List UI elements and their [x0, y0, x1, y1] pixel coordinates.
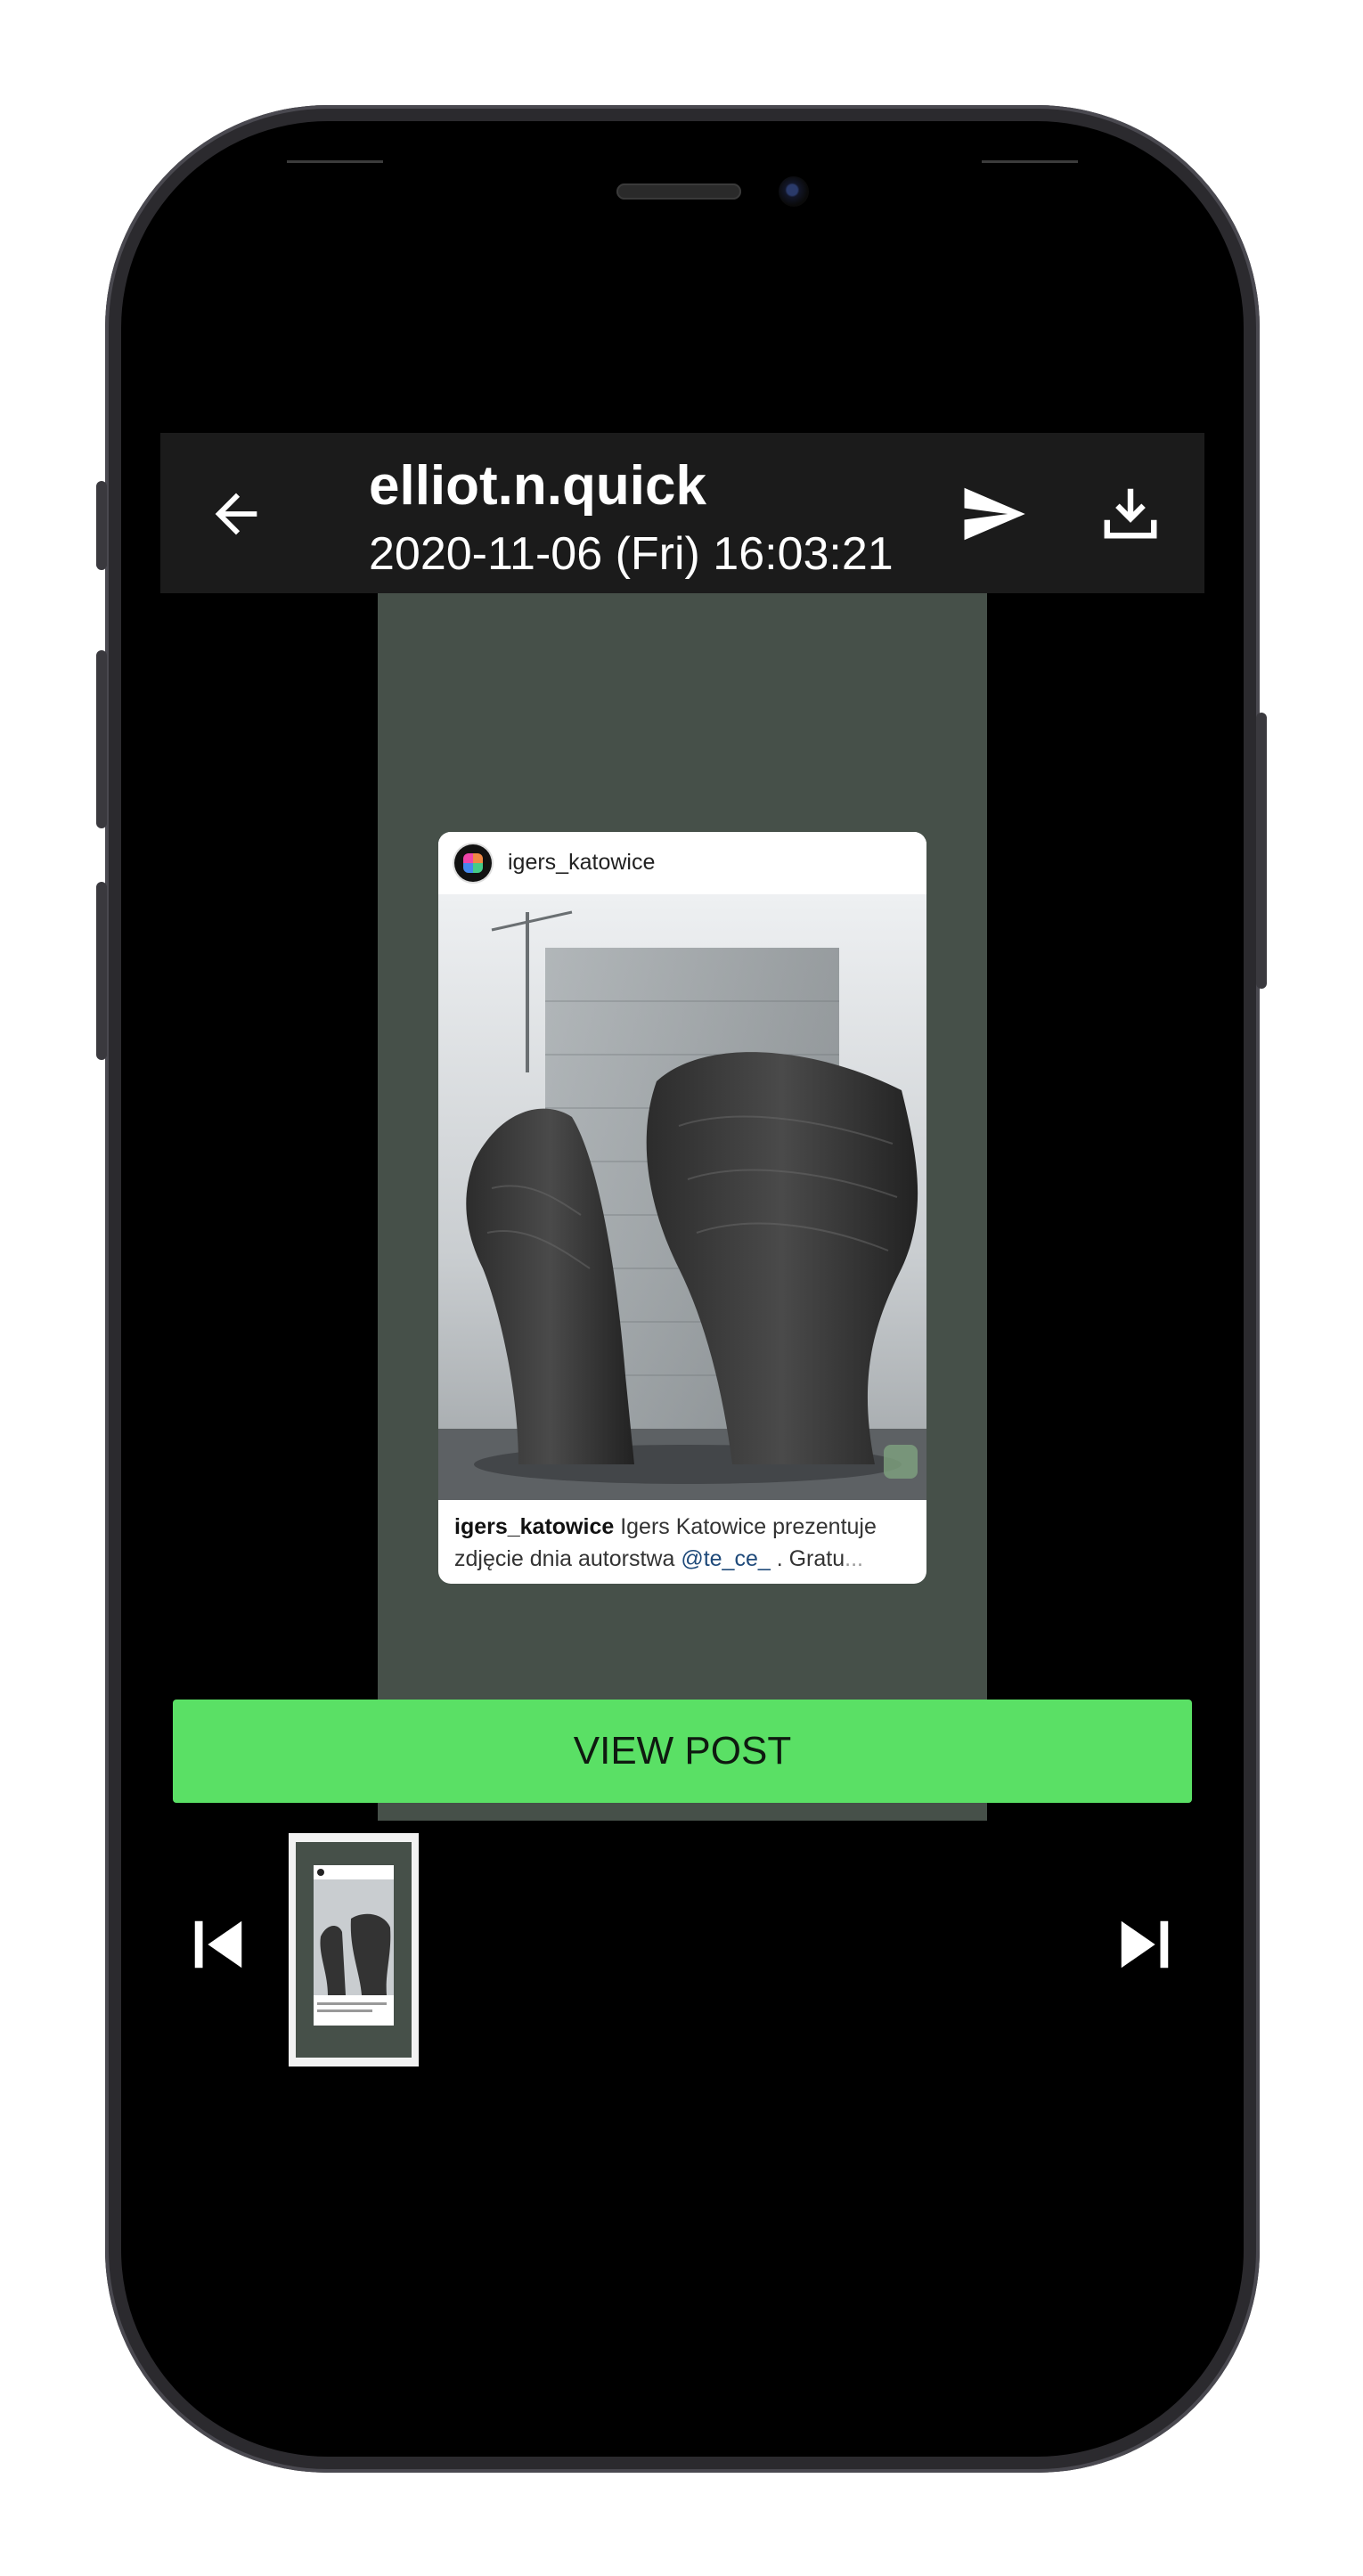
notch-line-right	[982, 160, 1078, 163]
thumbnail-photo	[314, 1865, 394, 2026]
side-button-volume-down	[96, 882, 107, 1060]
side-button-mute	[96, 481, 107, 570]
view-post-button[interactable]: VIEW POST	[173, 1700, 1192, 1803]
account-avatar	[454, 844, 492, 882]
caption-mention[interactable]: @te_ce_	[681, 1546, 770, 1571]
front-camera	[779, 176, 809, 207]
thumbnail-preview	[296, 1842, 412, 2058]
skip-next-icon[interactable]	[1114, 1912, 1176, 1977]
send-icon[interactable]	[959, 479, 1028, 549]
username-title: elliot.n.quick	[369, 455, 706, 517]
download-icon[interactable]	[1099, 481, 1162, 543]
thumbnail-post-card	[314, 1865, 394, 2026]
caption-tail: . Gratu	[770, 1546, 845, 1571]
post-photo	[438, 894, 926, 1500]
side-button-volume-up	[96, 650, 107, 828]
skip-previous-icon[interactable]	[187, 1912, 249, 1977]
notch-line-left	[287, 160, 383, 163]
story-header: elliot.n.quick 2020-11-06 (Fri) 16:03:21	[160, 433, 1204, 593]
instagram-post-card: igers_katowice igers_katowice Igers Kato…	[438, 832, 926, 1584]
post-header: igers_katowice	[438, 832, 926, 894]
timestamp-subtitle: 2020-11-06 (Fri) 16:03:21	[369, 528, 894, 580]
arrow-left-icon[interactable]	[205, 483, 267, 545]
story-preview[interactable]: igers_katowice igers_katowice Igers Kato…	[378, 593, 987, 1821]
story-thumbnail[interactable]	[289, 1833, 419, 2067]
caption-username[interactable]: igers_katowice	[454, 1514, 614, 1539]
post-account-name: igers_katowice	[508, 850, 656, 875]
phone-screen: elliot.n.quick 2020-11-06 (Fri) 16:03:21…	[121, 121, 1244, 2457]
side-button-power	[1256, 713, 1267, 989]
post-caption: igers_katowice Igers Katowice prezentuje…	[454, 1511, 918, 1584]
earpiece-speaker	[616, 183, 741, 200]
